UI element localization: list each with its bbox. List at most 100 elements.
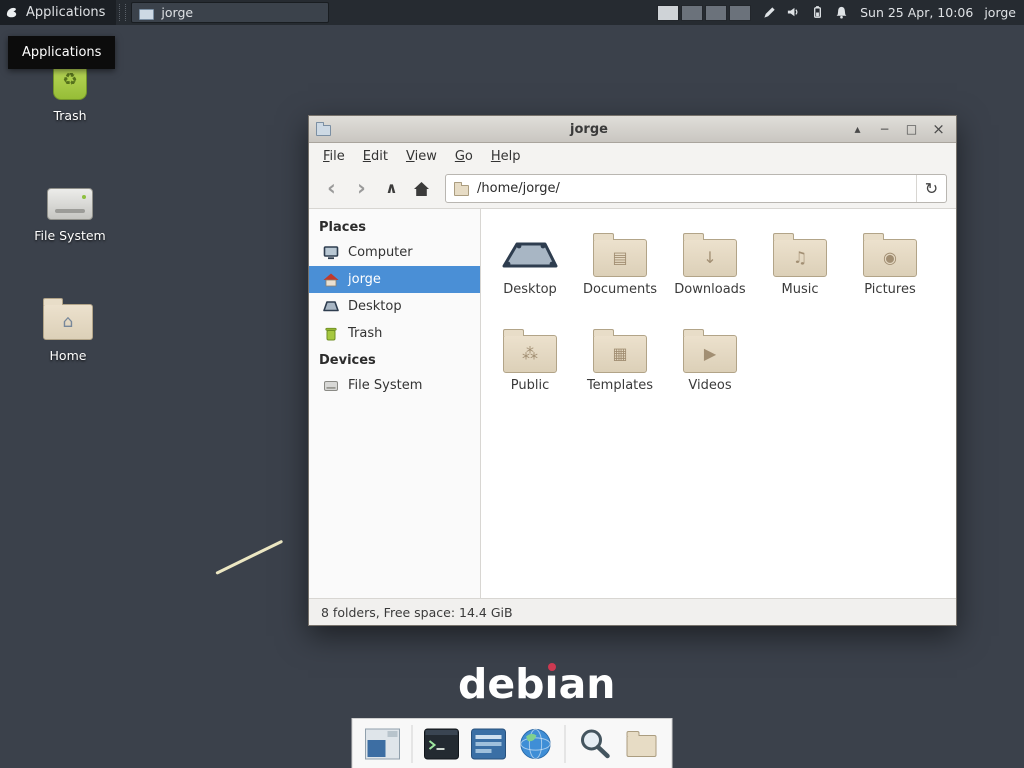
menu-help[interactable]: Help — [482, 145, 530, 168]
path-folder-icon — [454, 185, 469, 196]
folder-item-public[interactable]: ⁂ Public — [486, 317, 574, 413]
web-browser-launcher[interactable] — [516, 724, 556, 764]
folder-label: Documents — [583, 282, 657, 297]
top-panel: Applications jorge Sun 25 Apr, 1 — [0, 0, 1024, 25]
window-title: jorge — [337, 122, 841, 137]
folder-label: Desktop — [503, 282, 557, 297]
forward-button[interactable]: › — [348, 175, 375, 202]
app-finder-launcher[interactable] — [575, 724, 615, 764]
menu-bar: File Edit View Go Help — [309, 143, 956, 169]
home-icon — [322, 272, 339, 288]
home-folder-icon: ⌂ — [43, 304, 93, 340]
folder-item-music[interactable]: ♫ Music — [756, 221, 844, 317]
text-app-launcher[interactable] — [469, 724, 509, 764]
taskbar-window-label: jorge — [161, 5, 193, 20]
workspace-3[interactable] — [705, 5, 727, 21]
window-title-icon — [316, 125, 331, 136]
panel-clock[interactable]: Sun 25 Apr, 10:06 — [860, 5, 973, 20]
folder-item-pictures[interactable]: ◉ Pictures — [846, 221, 934, 317]
house-emblem-icon: ⌂ — [44, 305, 92, 339]
toolbar: ‹ › ∧ /home/jorge/ ↻ — [309, 169, 956, 209]
folder-item-templates[interactable]: ▦ Templates — [576, 317, 664, 413]
workspace-1[interactable] — [657, 5, 679, 21]
menu-edit[interactable]: Edit — [354, 145, 397, 168]
sidebar-item-label: jorge — [348, 272, 381, 287]
wallpaper-swoosh-line — [215, 540, 283, 575]
home-icon — [413, 181, 430, 197]
folder-label: Pictures — [864, 282, 915, 297]
close-button[interactable]: × — [928, 119, 949, 140]
folder-item-videos[interactable]: ▶ Videos — [666, 317, 754, 413]
share-emblem-icon: ⁂ — [504, 336, 556, 372]
dock-separator — [565, 725, 566, 763]
panel-handle — [119, 4, 126, 21]
applications-menu-label: Applications — [26, 5, 105, 20]
sidebar-item-jorge[interactable]: jorge — [309, 266, 480, 293]
reload-button[interactable]: ↻ — [916, 175, 946, 202]
notification-bell-icon[interactable] — [834, 5, 849, 20]
minimize-button[interactable]: − — [874, 119, 895, 140]
status-text: 8 folders, Free space: 14.4 GiB — [321, 605, 513, 620]
system-tray — [762, 5, 849, 20]
show-desktop-launcher[interactable] — [363, 724, 403, 764]
power-battery-icon[interactable] — [810, 5, 825, 20]
desktop-icon-label: File System — [34, 228, 106, 243]
folder-item-desktop[interactable]: Desktop — [486, 221, 574, 317]
sidebar-item-file-system[interactable]: File System — [309, 372, 480, 399]
folder-icon: ♫ — [773, 239, 827, 277]
trash-icon — [322, 326, 339, 342]
debian-logo-text: an — [559, 660, 616, 708]
file-icon-view: Desktop ▤ Documents ↓ Downloads ♫ Music — [481, 209, 956, 598]
workspace-4[interactable] — [729, 5, 751, 21]
folder-label: Templates — [587, 378, 653, 393]
template-emblem-icon: ▦ — [594, 336, 646, 372]
sidebar-item-desktop[interactable]: Desktop — [309, 293, 480, 320]
terminal-launcher[interactable] — [422, 724, 462, 764]
volume-icon[interactable] — [786, 5, 801, 20]
recycle-icon: ♻ — [62, 72, 77, 89]
location-bar[interactable]: /home/jorge/ ↻ — [445, 174, 947, 203]
applications-tooltip: Applications — [8, 36, 115, 69]
debian-logo-text: deb — [458, 660, 545, 708]
applications-menu-button[interactable]: Applications — [0, 0, 116, 25]
drive-icon — [47, 188, 93, 220]
folder-label: Music — [782, 282, 819, 297]
menu-file[interactable]: File — [314, 145, 354, 168]
maximize-button[interactable]: □ — [901, 119, 922, 140]
folder-item-documents[interactable]: ▤ Documents — [576, 221, 664, 317]
desktop-icon — [322, 299, 339, 315]
window-titlebar[interactable]: jorge ▴ − □ × — [309, 116, 956, 143]
stylus-icon[interactable] — [762, 5, 777, 20]
sidebar-item-label: Trash — [348, 326, 382, 341]
workspace-pager — [657, 5, 751, 21]
video-emblem-icon: ▶ — [684, 336, 736, 372]
desktop-icon-home[interactable]: ⌂ Home — [20, 290, 116, 363]
home-button[interactable] — [408, 175, 435, 202]
up-button[interactable]: ∧ — [378, 175, 405, 202]
drive-icon — [322, 378, 339, 394]
window-icon — [365, 728, 401, 760]
folder-icon: ▤ — [593, 239, 647, 277]
sidebar-item-trash[interactable]: Trash — [309, 320, 480, 347]
file-manager-launcher[interactable] — [622, 724, 662, 764]
places-sidebar: Places Computer jorge Desktop — [309, 209, 481, 598]
sidebar-item-label: File System — [348, 378, 422, 393]
list-app-icon — [471, 728, 507, 760]
folder-item-downloads[interactable]: ↓ Downloads — [666, 221, 754, 317]
folder-icon: ▦ — [593, 335, 647, 373]
xfce-mouse-icon — [5, 5, 20, 20]
menu-go[interactable]: Go — [446, 145, 482, 168]
document-emblem-icon: ▤ — [594, 240, 646, 276]
download-emblem-icon: ↓ — [684, 240, 736, 276]
workspace-2[interactable] — [681, 5, 703, 21]
menu-view[interactable]: View — [397, 145, 446, 168]
sidebar-item-computer[interactable]: Computer — [309, 239, 480, 266]
places-header: Places — [309, 214, 480, 239]
camera-emblem-icon: ◉ — [864, 240, 916, 276]
shade-button[interactable]: ▴ — [847, 119, 868, 140]
desktop-icon — [501, 235, 559, 277]
folder-label: Downloads — [674, 282, 745, 297]
desktop-icon-file-system[interactable]: File System — [22, 170, 118, 243]
back-button[interactable]: ‹ — [318, 175, 345, 202]
taskbar-window-button[interactable]: jorge — [131, 2, 329, 23]
